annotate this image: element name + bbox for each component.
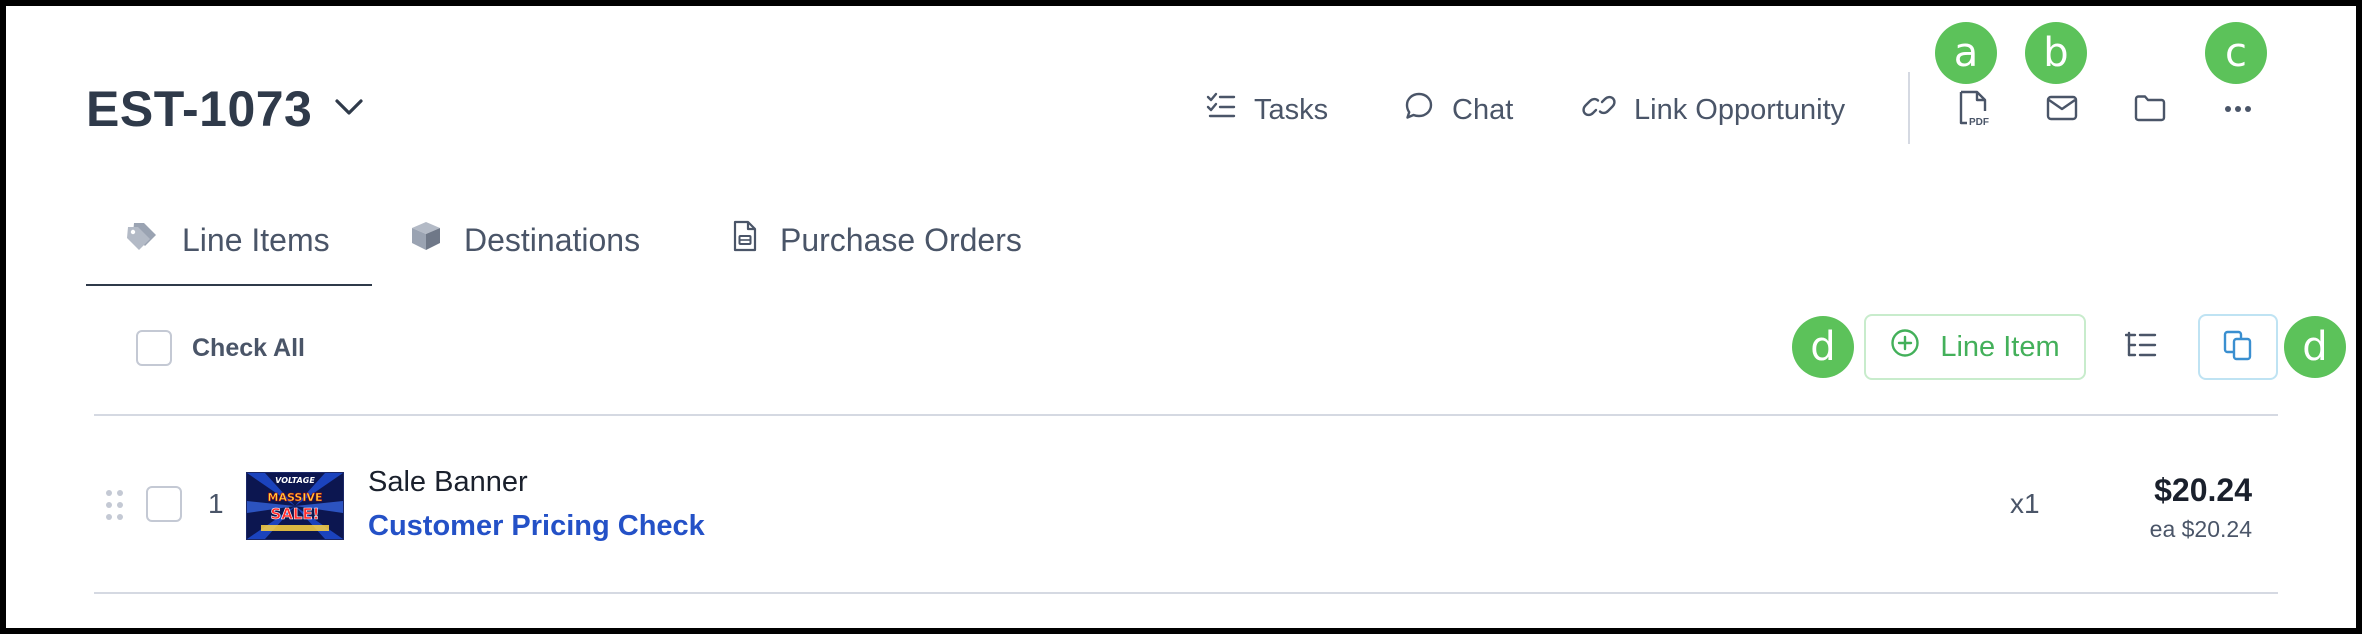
pdf-button[interactable]: PDF [1948,84,2000,136]
chat-button[interactable]: Chat [1404,80,1513,140]
toolbar-divider [94,414,2278,416]
tab-destinations-label: Destinations [464,221,641,258]
row-divider [94,592,2278,594]
line-item-name: Sale Banner [368,466,528,498]
tab-line-items[interactable]: Line Items [126,196,330,284]
envelope-icon [2046,95,2078,126]
folder-button[interactable] [2124,84,2176,136]
annotation-badge-b: b [2025,22,2087,84]
estimate-title: EST-1073 [86,81,313,137]
chat-bubble-icon [1404,91,1434,129]
tree-list-icon [2124,331,2157,364]
thumbnail-text-middle: MASSIVE [268,491,323,504]
tab-line-items-label: Line Items [182,221,330,258]
annotation-badge-c: c [2205,22,2267,84]
pdf-icon-text: PDF [1969,117,1989,127]
tab-destinations[interactable]: Destinations [410,196,640,284]
add-line-item-button[interactable]: Line Item [1864,314,2086,380]
tree-view-button[interactable] [2110,316,2172,378]
header-divider [1908,72,1910,144]
thumbnail-text-bottom: SALE! [270,505,319,523]
customer-pricing-check-link[interactable]: Customer Pricing Check [368,510,705,543]
link-opportunity-button[interactable]: Link Opportunity [1582,80,1845,140]
check-all-control[interactable]: Check All [136,330,305,366]
thumbnail-text-top: VOLTAGE [275,476,315,485]
annotation-badge-d-copy: d [2284,316,2346,378]
line-item-unit-price: ea $20.24 [2149,516,2252,542]
header-actions: Tasks Chat Link Opportunity PDF [1206,72,2306,144]
active-tab-underline [86,284,372,286]
ellipsis-icon [2223,101,2253,119]
email-button[interactable] [2036,84,2088,136]
check-all-label: Check All [192,333,306,362]
line-item-quantity: x1 [2010,488,2040,519]
line-item-thumbnail: VOLTAGE MASSIVE SALE! [246,472,344,540]
tasks-label: Tasks [1254,93,1329,126]
box-icon [410,220,442,260]
tasks-button[interactable]: Tasks [1206,80,1328,140]
tab-purchase-orders-label: Purchase Orders [780,221,1022,258]
line-item-row[interactable]: 1 VOLTAGE MASSIVE SALE! Sale Banner Cust… [94,436,2284,566]
pdf-file-icon: PDF [1957,89,1991,132]
chat-label: Chat [1452,93,1514,126]
link-icon [1582,93,1616,127]
link-opportunity-label: Link Opportunity [1634,93,1846,126]
line-item-checkbox[interactable] [146,486,182,522]
tab-bar: Line Items Destinations Purchase Orders [86,196,1186,286]
copy-icon [2222,329,2254,366]
line-item-number: 1 [208,488,224,519]
tab-purchase-orders[interactable]: Purchase Orders [732,196,1022,284]
add-line-item-label: Line Item [1940,330,2060,363]
tag-icon [126,221,160,259]
line-items-toolbar: Check All Line Item [94,306,2284,392]
check-all-checkbox[interactable] [136,330,172,366]
folder-icon [2134,94,2166,127]
drag-handle-icon[interactable] [104,488,126,522]
estimate-title-dropdown[interactable]: EST-1073 [86,80,364,138]
plus-circle-icon [1890,328,1920,366]
checklist-icon [1206,92,1236,128]
document-icon [732,220,758,260]
copy-button[interactable] [2198,314,2278,380]
line-item-total-price: $20.24 [2154,472,2252,508]
estimate-screen: EST-1073 Tasks Chat Link Opportunity PDF… [0,0,2362,634]
chevron-down-icon [334,97,364,122]
annotation-badge-a: a [1935,22,1997,84]
more-options-button[interactable] [2212,84,2264,136]
